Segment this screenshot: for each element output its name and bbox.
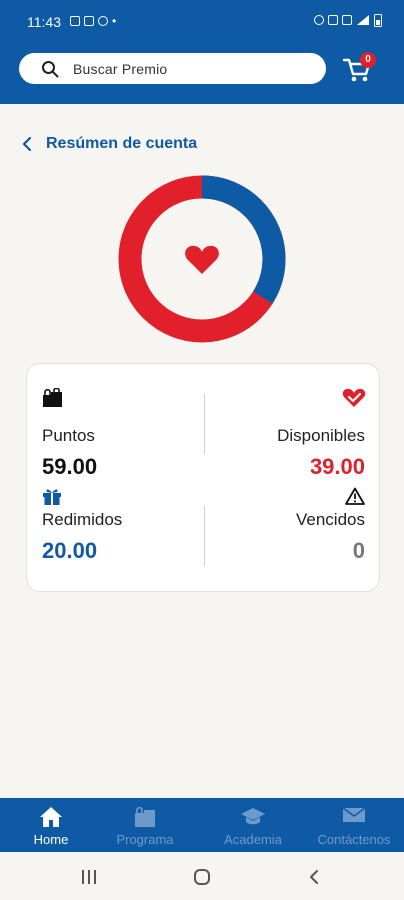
divider-top (204, 394, 205, 454)
nav-contact[interactable]: Contáctenos (304, 798, 404, 852)
redeemed-label: Redimidos (42, 510, 123, 529)
image-icon (70, 16, 80, 26)
search-placeholder: Buscar Premio (73, 60, 168, 77)
system-navigation-bar (0, 852, 404, 900)
nav-home[interactable]: Home (1, 798, 101, 852)
graduation-cap-icon (241, 808, 265, 825)
redeemed-value: 20.00 (42, 538, 98, 563)
status-notification-icons: • (70, 14, 116, 28)
status-bar: 11:43 • (0, 0, 404, 40)
dot-icon: • (112, 14, 117, 28)
back-button[interactable]: Resúmen de cuenta (22, 135, 197, 153)
nav-academy[interactable]: Academia (203, 798, 303, 852)
lte-icon (342, 15, 352, 25)
warning-icon (345, 487, 365, 505)
heart-icon (185, 245, 219, 274)
points-label: Puntos (42, 426, 95, 445)
status-system-icons (314, 13, 382, 27)
points-donut-chart (118, 175, 286, 343)
nav-home-label: Home (33, 832, 69, 847)
divider-bottom (204, 506, 205, 566)
nav-academy-label: Academia (224, 832, 282, 847)
available-label: Disponibles (277, 426, 365, 445)
status-time: 11:43 (27, 14, 61, 30)
expired-value: 0 (352, 538, 365, 563)
nav-contact-label: Contáctenos (317, 832, 391, 847)
envelope-icon (342, 807, 366, 822)
back-system-icon[interactable] (308, 869, 320, 885)
nav-program-label: Programa (116, 832, 174, 847)
signal-icon (357, 15, 369, 25)
app-header: Buscar Premio 0 (0, 40, 404, 104)
search-icon (42, 60, 59, 77)
mute-icon (328, 15, 338, 25)
expired-label: Vencidos (296, 510, 365, 529)
redeemed-arc (201, 175, 286, 304)
battery-icon (374, 14, 382, 27)
summary-card: Puntos 59.00 Disponibles 39.00 Redimidos… (26, 363, 380, 592)
home-system-icon[interactable] (193, 868, 211, 886)
search-input[interactable]: Buscar Premio (19, 53, 326, 84)
points-value: 59.00 (42, 454, 98, 479)
home-icon (40, 807, 62, 827)
nav-program[interactable]: Programa (95, 798, 195, 852)
shopping-bags-icon (135, 806, 155, 827)
page-title: Resúmen de cuenta (46, 135, 198, 152)
alarm-icon (314, 15, 324, 25)
shopping-bag-icon (43, 388, 62, 407)
check-heart-icon (342, 388, 366, 407)
cart-badge: 0 (360, 52, 376, 68)
mail-icon (84, 16, 94, 26)
chevron-left-icon (22, 136, 32, 152)
whatsapp-icon (98, 16, 108, 26)
gift-icon (43, 489, 61, 505)
bottom-navigation: Home Programa Academia Contáctenos (0, 798, 404, 852)
available-value: 39.00 (309, 454, 365, 479)
recent-apps-icon[interactable] (80, 869, 98, 885)
